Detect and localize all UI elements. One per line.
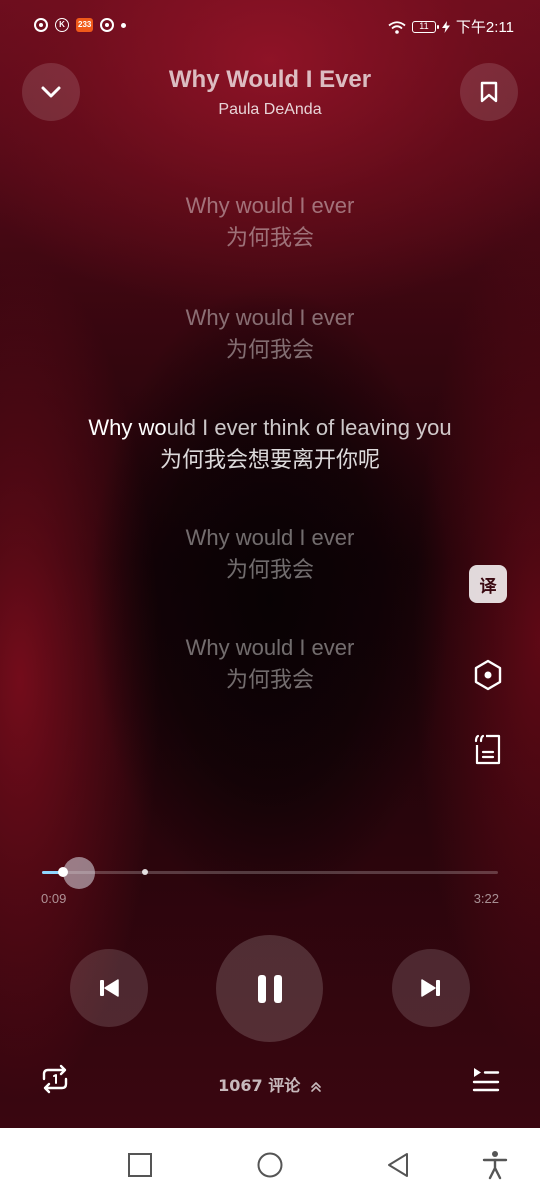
next-icon [421,979,440,997]
lyric-english: Why would I ever think of leaving you [60,412,480,444]
chevron-down-icon [41,86,61,98]
current-lyric-line[interactable]: Why would I ever think of leaving you 为何… [60,412,480,478]
bookmark-icon [480,81,498,103]
playlist-icon [472,1068,500,1092]
square-icon [128,1153,152,1177]
lyric-english: Why would I ever [185,635,355,660]
lyric-line[interactable]: Why would I ever 为何我会 [60,190,480,256]
lyric-line[interactable]: Why would I ever 为何我会 [60,522,480,588]
accessibility-icon [482,1151,508,1180]
comments-count: 1067 评论 [218,1076,301,1095]
clock: 下午2:11 [455,19,514,36]
k-app-icon: K [55,18,69,32]
system-navigation-bar [0,1128,540,1200]
lyrics-poster-icon [474,734,501,765]
progress-thumb[interactable] [57,867,68,877]
lyric-unsung-part: uld I ever think of leaving you [166,415,452,440]
progress-marker [142,869,149,875]
home-button[interactable] [255,1150,285,1180]
lyric-sung-part: Why wo [88,415,167,440]
lyric-english: Why would I ever [185,193,355,218]
playlist-button[interactable] [469,1062,503,1096]
double-chevron-up-icon [311,1081,321,1092]
lyrics-panel[interactable]: Why would I ever 为何我会 Why would I ever 为… [60,190,480,698]
previous-icon [100,979,119,997]
sound-effect-button[interactable] [469,656,507,694]
lyrics-poster-button[interactable] [469,730,507,768]
elapsed-time: 0:09 [41,891,67,906]
recent-apps-button[interactable] [125,1150,155,1180]
lyric-english: Why would I ever [185,305,355,330]
wifi-icon [388,20,406,34]
progress-bar[interactable] [42,871,498,874]
circle-icon [257,1152,283,1178]
lyric-line[interactable]: Why would I ever 为何我会 [60,302,480,368]
app-badge-icon: 233 [76,18,94,32]
lyric-chinese: 为何我会 [225,338,314,363]
artist-name[interactable]: Paula DeAnda [100,101,440,119]
battery-icon: 11 [411,20,439,33]
charging-icon [441,20,450,33]
bookmark-button[interactable] [460,63,518,121]
triangle-back-icon [388,1153,408,1177]
song-title: Why Would I Ever [168,66,372,93]
accessibility-button[interactable] [480,1150,510,1180]
lyric-chinese: 为何我会 [225,668,314,693]
sound-effect-icon [474,659,502,691]
total-time: 3:22 [473,891,499,906]
lyric-chinese: 为何我会 [225,558,314,583]
back-button[interactable] [383,1150,413,1180]
lyric-chinese: 为何我会想要离开你呢 [159,448,380,473]
next-button[interactable] [392,949,470,1027]
lyric-english: Why would I ever [185,525,355,550]
lyric-line[interactable]: Why would I ever 为何我会 [60,632,480,698]
translate-button[interactable]: 译 [469,565,507,603]
notification-icon [100,18,115,32]
collapse-button[interactable] [22,63,80,121]
pause-button[interactable] [216,935,323,1042]
pause-icon [257,974,282,1003]
more-notifications-dot [121,22,127,28]
comments-button[interactable]: 1067 评论 [0,1072,540,1096]
status-bar: K 233 11 下午2:11 [0,0,540,56]
lyric-chinese: 为何我会 [225,226,314,251]
notification-icon [34,18,48,32]
translate-icon: 译 [479,576,497,597]
previous-button[interactable] [70,949,148,1027]
